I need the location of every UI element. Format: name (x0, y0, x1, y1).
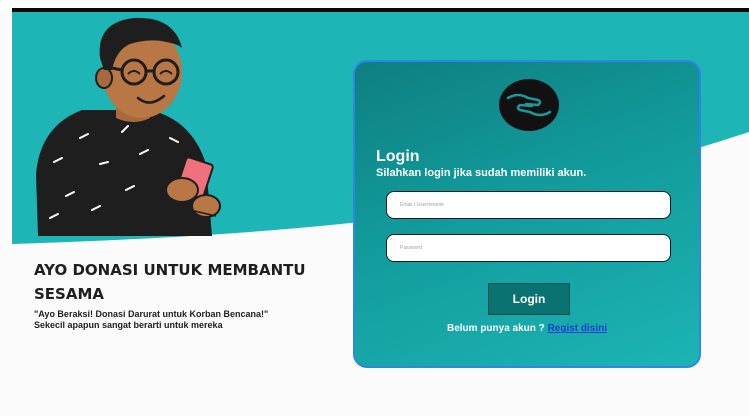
login-title: Login (376, 148, 420, 165)
hands-giving-logo (499, 79, 559, 131)
hero-tagline-line-2: Sekecil apapun sangat berarti untuk mere… (34, 320, 223, 330)
hero-tagline: "Ayo Beraksi! Donasi Darurat untuk Korba… (34, 309, 334, 331)
top-bar (0, 0, 749, 12)
register-row: Belum punya akun ? Regist disini (355, 323, 699, 335)
hero-title: AYO DONASI UNTUK MEMBANTU SESAMA (34, 261, 306, 303)
password-field[interactable] (386, 234, 671, 262)
register-link[interactable]: Regist disini (548, 323, 607, 334)
login-card: Login Silahkan login jika sudah memiliki… (353, 60, 701, 368)
email-field[interactable] (386, 191, 671, 219)
man-holding-phone-illustration (36, 17, 221, 236)
hero-tagline-line-1: "Ayo Beraksi! Donasi Darurat untuk Korba… (34, 309, 269, 319)
login-subtitle: Silahkan login jika sudah memiliki akun. (376, 167, 587, 179)
register-prompt: Belum punya akun ? (446, 323, 548, 334)
login-button[interactable]: Login (488, 283, 570, 315)
